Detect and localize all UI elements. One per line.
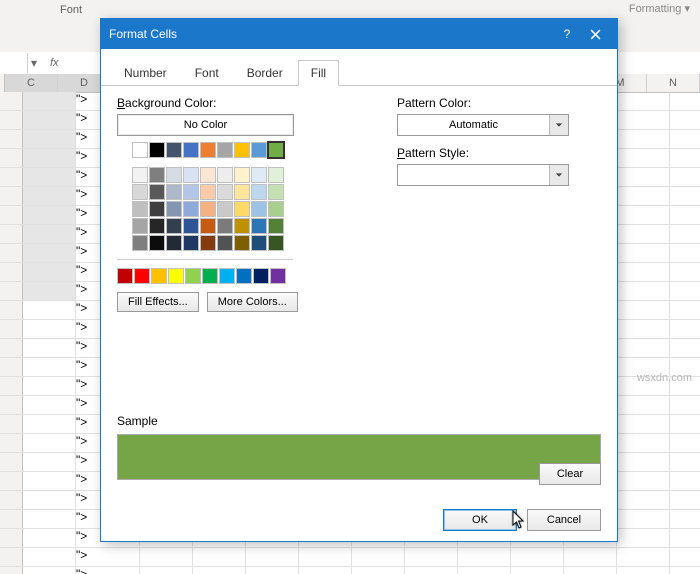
clear-button[interactable]: Clear	[539, 463, 601, 485]
color-swatch[interactable]	[268, 167, 284, 183]
name-box-dropdown-icon[interactable]: ▾	[28, 56, 40, 70]
color-swatch[interactable]	[149, 201, 165, 217]
color-swatch[interactable]	[268, 201, 284, 217]
color-swatch[interactable]	[200, 167, 216, 183]
fill-effects-button[interactable]: Fill Effects...	[117, 292, 199, 312]
color-swatch[interactable]	[202, 268, 218, 284]
color-swatch[interactable]	[270, 268, 286, 284]
watermark: wsxdn.com	[637, 372, 692, 384]
ribbon-group-font: Font	[60, 4, 82, 16]
color-swatch[interactable]	[132, 142, 148, 158]
color-swatch[interactable]	[200, 218, 216, 234]
color-swatch[interactable]	[200, 235, 216, 251]
tab-fill[interactable]: Fill	[298, 60, 339, 86]
color-swatch[interactable]	[251, 235, 267, 251]
color-swatch[interactable]	[183, 235, 199, 251]
tab-number[interactable]: Number	[111, 60, 180, 86]
color-swatch[interactable]	[166, 184, 182, 200]
color-swatch[interactable]	[217, 184, 233, 200]
color-swatch[interactable]	[268, 184, 284, 200]
color-swatch[interactable]	[183, 167, 199, 183]
dialog-tabs: Number Font Border Fill	[101, 49, 617, 86]
color-swatch[interactable]	[251, 184, 267, 200]
color-swatch[interactable]	[149, 218, 165, 234]
color-swatch[interactable]	[200, 142, 216, 158]
no-color-button[interactable]: No Color	[117, 114, 294, 136]
color-swatch[interactable]	[251, 218, 267, 234]
color-swatch[interactable]	[219, 268, 235, 284]
chevron-down-icon	[549, 115, 568, 135]
color-swatch[interactable]	[166, 235, 182, 251]
color-swatch[interactable]	[166, 201, 182, 217]
color-swatch[interactable]	[149, 167, 165, 183]
color-swatch[interactable]	[234, 218, 250, 234]
cancel-button[interactable]: Cancel	[527, 509, 601, 531]
color-swatch[interactable]	[149, 184, 165, 200]
tab-font[interactable]: Font	[182, 60, 232, 86]
color-swatch[interactable]	[253, 268, 269, 284]
name-box[interactable]	[3, 53, 28, 73]
pattern-color-value: Automatic	[398, 119, 549, 131]
pattern-color-select[interactable]: Automatic	[397, 114, 569, 136]
col-header-n[interactable]: N	[647, 74, 700, 92]
color-swatch[interactable]	[185, 268, 201, 284]
color-swatch[interactable]	[234, 235, 250, 251]
color-swatch[interactable]	[183, 218, 199, 234]
ribbon-formatting[interactable]: Formatting ▾	[629, 2, 690, 15]
color-swatch[interactable]	[132, 184, 148, 200]
dialog-titlebar[interactable]: Format Cells ?	[101, 19, 617, 49]
color-swatch[interactable]	[268, 235, 284, 251]
color-swatch[interactable]	[132, 167, 148, 183]
color-swatch[interactable]	[234, 142, 250, 158]
color-swatch[interactable]	[132, 218, 148, 234]
pattern-style-select[interactable]	[397, 164, 569, 186]
color-swatch[interactable]	[217, 201, 233, 217]
color-swatch[interactable]	[251, 142, 267, 158]
color-swatch[interactable]	[132, 235, 148, 251]
color-swatch[interactable]	[217, 142, 233, 158]
color-swatch[interactable]	[168, 268, 184, 284]
more-colors-button[interactable]: More Colors...	[207, 292, 298, 312]
color-swatch[interactable]	[183, 201, 199, 217]
pattern-style-label: Pattern Style:	[397, 146, 601, 160]
color-swatch[interactable]	[149, 142, 165, 158]
color-swatch[interactable]	[166, 218, 182, 234]
color-swatch[interactable]	[268, 218, 284, 234]
col-header-c[interactable]: C	[5, 74, 58, 92]
color-swatch[interactable]	[234, 184, 250, 200]
color-swatch[interactable]	[166, 167, 182, 183]
color-swatch[interactable]	[134, 268, 150, 284]
color-swatch[interactable]	[132, 201, 148, 217]
pattern-color-label: Pattern Color:	[397, 96, 601, 110]
theme-color-grid	[117, 142, 293, 284]
color-swatch[interactable]	[268, 142, 284, 158]
color-swatch[interactable]	[200, 184, 216, 200]
help-button[interactable]: ?	[553, 22, 581, 46]
chevron-down-icon	[549, 165, 568, 185]
color-swatch[interactable]	[217, 235, 233, 251]
sample-label: Sample	[117, 414, 601, 428]
color-swatch[interactable]	[149, 235, 165, 251]
color-swatch[interactable]	[234, 201, 250, 217]
format-cells-dialog: Format Cells ? Number Font Border Fill B…	[100, 18, 618, 542]
fx-label: fx	[50, 57, 59, 69]
color-swatch[interactable]	[217, 218, 233, 234]
color-swatch[interactable]	[183, 184, 199, 200]
close-icon[interactable]	[581, 22, 609, 46]
dialog-title: Format Cells	[109, 27, 553, 41]
color-swatch[interactable]	[117, 268, 133, 284]
color-swatch[interactable]	[251, 167, 267, 183]
color-swatch[interactable]	[200, 201, 216, 217]
color-swatch[interactable]	[151, 268, 167, 284]
color-swatch[interactable]	[217, 167, 233, 183]
color-swatch[interactable]	[234, 167, 250, 183]
background-color-label: Background Color:	[117, 96, 367, 110]
color-swatch[interactable]	[251, 201, 267, 217]
ok-button[interactable]: OK	[443, 509, 517, 531]
color-swatch[interactable]	[166, 142, 182, 158]
tab-border[interactable]: Border	[234, 60, 296, 86]
color-swatch[interactable]	[236, 268, 252, 284]
color-swatch[interactable]	[183, 142, 199, 158]
